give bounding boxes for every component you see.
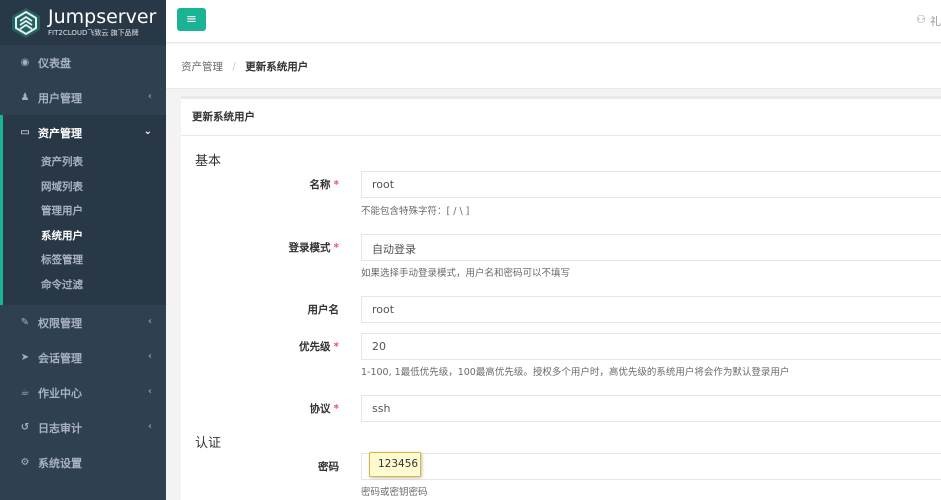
chevron-left-icon: ‹ <box>147 386 152 397</box>
menu-toggle-button[interactable]: ≡ <box>177 8 206 31</box>
chevron-left-icon: ‹ <box>147 316 152 327</box>
brand-subtitle: FIT2CLOUD飞致云 旗下品牌 <box>48 29 139 37</box>
users-icon: ♟ <box>20 92 30 103</box>
sidebar: Jumpserver FIT2CLOUD飞致云 旗下品牌 ◉ 仪表盘 ♟ 用户管… <box>0 0 166 500</box>
priority-help: 1-100, 1最低优先级，100最高优先级。授权多个用户时，高优先级的系统用户… <box>361 367 790 378</box>
paper-plane-icon: ➤ <box>20 352 30 363</box>
priority-label: 优先级 * <box>299 341 339 353</box>
jumpserver-logo-icon <box>12 7 40 38</box>
breadcrumb-separator: / <box>232 61 236 73</box>
gears-icon: ⚙ <box>20 457 30 468</box>
sidebar-item-dashboard[interactable]: ◉ 仪表盘 <box>0 45 166 80</box>
sidebar-item-users[interactable]: ♟ 用户管理 ‹ <box>0 80 166 115</box>
submenu-item-system-user[interactable]: 系统用户 <box>3 224 166 249</box>
password-input[interactable] <box>361 453 941 480</box>
inbox-icon: ▭ <box>20 127 30 138</box>
chevron-left-icon: ‹ <box>147 351 152 362</box>
sidebar-item-jobs[interactable]: ☕ 作业中心 ‹ <box>0 375 166 410</box>
edit-icon: ✎ <box>20 317 30 328</box>
history-icon: ↺ <box>20 422 30 433</box>
sidebar-item-assets[interactable]: ▭ 资产管理 ⌄ <box>0 115 166 150</box>
chevron-left-icon: ‹ <box>147 421 152 432</box>
chevron-left-icon: ‹ <box>147 91 152 102</box>
username-label: 用户名 <box>307 304 340 316</box>
password-value-callout: 123456 <box>369 452 421 477</box>
login-mode-label: 登录模式 * <box>288 242 340 254</box>
coffee-icon: ☕ <box>20 387 30 398</box>
panel-title: 更新系统用户 <box>181 99 941 136</box>
name-help: 不能包含特殊字符：[ / \ ] <box>361 206 470 217</box>
sidebar-item-label: 权限管理 <box>38 316 82 330</box>
breadcrumb: 资产管理 / 更新系统用户 <box>166 44 941 89</box>
sidebar-item-label: 日志审计 <box>38 421 82 435</box>
password-help: 密码或密钥密码 <box>361 487 428 498</box>
top-right-area[interactable]: ⚇ 礼 <box>916 13 941 29</box>
submenu-item-admin-user[interactable]: 管理用户 <box>3 199 166 224</box>
submenu-item-labels[interactable]: 标签管理 <box>3 248 166 273</box>
sidebar-item-label: 资产管理 <box>38 126 82 140</box>
name-input[interactable]: root <box>361 171 941 198</box>
protocol-select[interactable]: ssh <box>361 395 941 422</box>
submenu-item-asset-list[interactable]: 资产列表 <box>3 150 166 175</box>
protocol-label: 协议 * <box>309 403 340 415</box>
sidebar-item-audit[interactable]: ↺ 日志审计 ‹ <box>0 410 166 445</box>
password-label: 密码 <box>318 461 339 473</box>
breadcrumb-current: 更新系统用户 <box>245 61 309 73</box>
section-auth-title: 认证 <box>195 436 222 451</box>
form-panel: 更新系统用户 基本 名称 * root 不能包含特殊字符：[ / \ ] 登录模式… <box>181 96 941 500</box>
breadcrumb-parent[interactable]: 资产管理 <box>181 61 223 73</box>
hamburger-icon: ≡ <box>186 12 197 27</box>
dashboard-icon: ◉ <box>20 57 30 68</box>
login-mode-select[interactable]: 自动登录 <box>361 234 941 261</box>
top-right-text: 礼 <box>930 15 941 28</box>
sidebar-item-label: 作业中心 <box>38 386 82 400</box>
name-label: 名称 * <box>309 179 340 191</box>
sidebar-item-label: 仪表盘 <box>38 56 71 70</box>
sidebar-item-label: 系统设置 <box>38 456 82 470</box>
chevron-down-icon: ⌄ <box>143 126 152 137</box>
submenu-item-command-filter[interactable]: 命令过滤 <box>3 273 166 298</box>
priority-input[interactable]: 20 <box>361 333 941 360</box>
sidebar-item-settings[interactable]: ⚙ 系统设置 <box>0 445 166 480</box>
topbar: ≡ ⚇ 礼 <box>166 0 941 43</box>
brand-logo[interactable]: Jumpserver FIT2CLOUD飞致云 旗下品牌 <box>0 0 166 45</box>
submenu-item-domain-list[interactable]: 网域列表 <box>3 175 166 200</box>
handshake-icon: ⚇ <box>916 13 926 26</box>
assets-submenu: 资产列表 网域列表 管理用户 系统用户 标签管理 命令过滤 <box>0 150 166 305</box>
sidebar-item-permissions[interactable]: ✎ 权限管理 ‹ <box>0 305 166 340</box>
section-basic-title: 基本 <box>195 154 222 169</box>
sidebar-item-sessions[interactable]: ➤ 会话管理 ‹ <box>0 340 166 375</box>
sidebar-item-label: 用户管理 <box>38 91 82 105</box>
brand-title: Jumpserver <box>48 6 157 28</box>
username-input[interactable]: root <box>361 296 941 323</box>
sidebar-item-label: 会话管理 <box>38 351 82 365</box>
login-mode-help: 如果选择手动登录模式，用户名和密码可以不填写 <box>361 268 571 279</box>
